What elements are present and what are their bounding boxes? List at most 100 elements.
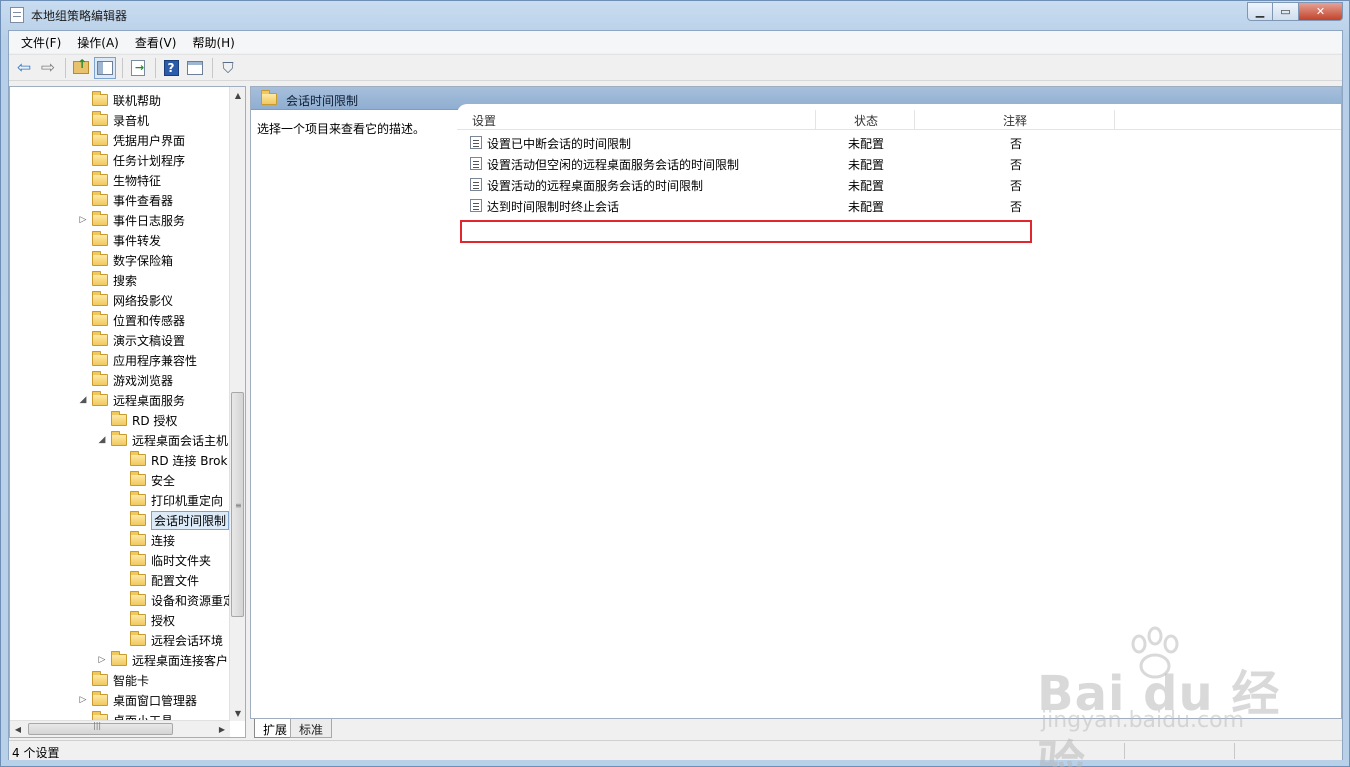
table-row[interactable]: 设置活动的远程桌面服务会话的时间限制 未配置 否 <box>457 174 1341 195</box>
tab-standard[interactable]: 标准 <box>290 719 333 738</box>
tree-item[interactable]: 演示文稿设置 <box>92 330 185 350</box>
tree-item[interactable]: 事件查看器 <box>92 190 173 210</box>
column-divider[interactable] <box>914 110 915 129</box>
show-hide-tree-button[interactable] <box>94 56 116 79</box>
setting-state: 未配置 <box>848 137 885 151</box>
folder-up-icon <box>73 57 89 74</box>
column-state[interactable]: 状态 <box>854 112 878 129</box>
scroll-down-button[interactable]: ▼ <box>230 705 245 721</box>
tree-item[interactable]: 设备和资源重定 <box>130 590 230 610</box>
forward-arrow-icon: ⇨ <box>40 57 56 78</box>
folder-icon <box>130 491 146 506</box>
tree-item[interactable]: 授权 <box>130 610 175 630</box>
tree-item[interactable]: 临时文件夹 <box>130 550 211 570</box>
filter-button[interactable]: ⛉ <box>217 57 239 79</box>
tree-item[interactable]: RD 连接 Brok <box>130 450 227 470</box>
tree-item[interactable]: 游戏浏览器 <box>92 370 173 390</box>
tree-item[interactable]: 位置和传感器 <box>92 310 185 330</box>
folder-icon <box>92 211 108 226</box>
tree-item[interactable]: RD 授权 <box>111 410 177 430</box>
tree-item[interactable]: 数字保险箱 <box>92 250 173 270</box>
menu-bar: 文件(F) 操作(A) 查看(V) 帮助(H) <box>9 31 1342 53</box>
title-bar[interactable]: 本地组策略编辑器 ▁ ▭ ✕ <box>1 1 1349 29</box>
tree-item-label: 事件转发 <box>113 233 162 248</box>
tree-item[interactable]: 会话时间限制 <box>130 510 230 530</box>
tree-item[interactable]: 远程会话环境 <box>130 630 223 650</box>
tree-item[interactable]: 任务计划程序 <box>92 150 185 170</box>
navigation-tree-pane: 联机帮助 录音机 凭据用户界面 任务计划程序 生物特征事件查看器 ▷ 事件日志服务事件转发数… <box>9 86 246 738</box>
scroll-right-button[interactable]: ▶ <box>214 721 230 737</box>
maximize-button[interactable]: ▭ <box>1273 2 1299 21</box>
tree-item[interactable]: 安全 <box>130 470 175 490</box>
table-row[interactable]: 设置已中断会话的时间限制 未配置 否 <box>457 132 1341 153</box>
grip-icon: ||| <box>93 721 102 730</box>
collapsed-arrow-icon[interactable]: ▷ <box>78 215 88 225</box>
help-button[interactable]: ? <box>160 57 182 79</box>
tree-horizontal-scrollbar[interactable]: ◀ ||| ▶ <box>10 720 230 737</box>
tree-item[interactable]: 打印机重定向 <box>130 490 223 510</box>
expanded-arrow-icon[interactable]: ◢ <box>97 435 107 445</box>
tree-item[interactable]: ◢ 远程桌面服务 <box>80 390 185 410</box>
tree-item-label: 安全 <box>151 473 176 488</box>
menu-view[interactable]: 查看(V) <box>127 34 185 51</box>
export-list-button[interactable] <box>127 57 149 79</box>
back-button[interactable]: ⇦ <box>13 57 35 79</box>
tree-item[interactable]: 网络投影仪 <box>92 290 173 310</box>
folder-icon <box>92 671 108 686</box>
setting-note: 否 <box>1010 137 1023 151</box>
table-row[interactable]: 设置活动但空闲的远程桌面服务会话的时间限制 未配置 否 <box>457 153 1341 174</box>
tree-vertical-scrollbar[interactable]: ▲ ≡ ▼ <box>229 87 245 721</box>
tree-item[interactable]: 生物特征 <box>92 170 161 190</box>
menu-help[interactable]: 帮助(H) <box>184 34 242 51</box>
policy-setting-icon <box>470 136 482 149</box>
folder-icon <box>130 611 146 626</box>
folder-icon <box>130 591 146 606</box>
tree-item-label: RD 连接 Brok <box>151 453 228 468</box>
tree-item[interactable]: 录音机 <box>92 110 149 130</box>
export-list-icon <box>131 59 145 76</box>
menu-action[interactable]: 操作(A) <box>69 34 127 51</box>
scroll-left-button[interactable]: ◀ <box>10 721 26 737</box>
toolbar-separator <box>155 57 156 78</box>
tree-item[interactable]: ▷ 远程桌面连接客户 <box>99 650 228 670</box>
forward-button[interactable]: ⇨ <box>37 57 59 79</box>
tree-item[interactable]: ▷ 桌面窗口管理器 <box>80 690 197 710</box>
tree-item[interactable]: 联机帮助 <box>92 90 161 110</box>
tree-item[interactable]: ◢ 远程桌面会话主机 <box>99 430 228 450</box>
tree-item-label: 会话时间限制 <box>151 510 230 530</box>
folder-icon <box>130 571 146 586</box>
minimize-button[interactable]: ▁ <box>1247 2 1273 21</box>
tree-item[interactable]: 配置文件 <box>130 570 199 590</box>
tree-item[interactable]: 搜索 <box>92 270 137 290</box>
baidu-watermark: Bai du 经验 jingyan.baidu.com <box>1037 626 1307 767</box>
column-divider[interactable] <box>1114 110 1115 129</box>
properties-button[interactable] <box>184 57 206 79</box>
tree-item[interactable]: 智能卡 <box>92 670 149 690</box>
table-row[interactable]: 达到时间限制时终止会话 未配置 否 <box>457 195 1341 216</box>
collapsed-arrow-icon[interactable]: ▷ <box>97 655 107 665</box>
expanded-arrow-icon[interactable]: ◢ <box>78 395 88 405</box>
scroll-up-button[interactable]: ▲ <box>230 87 245 103</box>
up-one-level-button[interactable] <box>70 57 92 79</box>
tree-item[interactable]: 应用程序兼容性 <box>92 350 197 370</box>
tree-item[interactable]: 凭据用户界面 <box>92 130 185 150</box>
tree-item[interactable]: 连接 <box>130 530 175 550</box>
tree-item[interactable]: 事件转发 <box>92 230 161 250</box>
folder-icon <box>92 131 108 146</box>
window-controls: ▁ ▭ ✕ <box>1247 2 1343 21</box>
tree-item-label: 事件查看器 <box>113 193 174 208</box>
menu-file[interactable]: 文件(F) <box>13 34 69 51</box>
tree-item-label: 数字保险箱 <box>113 253 174 268</box>
folder-icon <box>92 231 108 246</box>
scroll-thumb[interactable]: ≡ <box>231 392 244 617</box>
column-divider[interactable] <box>815 110 816 129</box>
toolbar: ⇦ ⇨ ? ⛉ <box>9 54 1342 81</box>
details-title: 会话时间限制 <box>286 94 359 108</box>
close-button[interactable]: ✕ <box>1299 2 1343 21</box>
toolbar-separator <box>122 57 123 78</box>
column-note[interactable]: 注释 <box>1003 112 1027 129</box>
column-setting[interactable]: 设置 <box>472 112 496 129</box>
collapsed-arrow-icon[interactable]: ▷ <box>78 695 88 705</box>
scroll-thumb[interactable]: ||| <box>28 721 173 735</box>
tree-item[interactable]: ▷ 事件日志服务 <box>80 210 185 230</box>
